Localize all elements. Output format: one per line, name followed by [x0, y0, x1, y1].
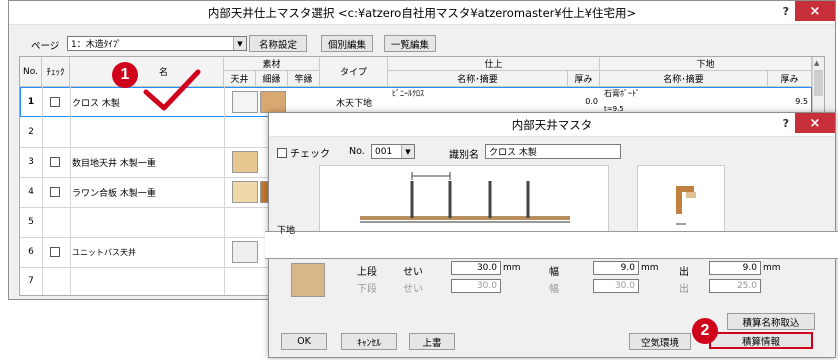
- col-ceiling: 天井: [224, 71, 256, 87]
- upper-width-field[interactable]: 9.0: [593, 261, 639, 275]
- step-badge-2: 2: [692, 318, 718, 344]
- checkmark-annotation-icon: [143, 69, 201, 111]
- upper-label: 上段: [357, 267, 377, 278]
- id-input[interactable]: クロス 木製: [485, 144, 621, 159]
- estimate-info-button[interactable]: 積算情報: [709, 332, 813, 349]
- ceiling-swatch: [232, 181, 258, 203]
- step-badge-1: 1: [112, 62, 138, 88]
- row-checkbox[interactable]: [50, 97, 60, 107]
- lower-width-field[interactable]: 30.0: [593, 279, 639, 293]
- torn-gap: [265, 231, 838, 259]
- col-saobuchi: 竿縁: [288, 71, 320, 87]
- row-name: クロス 木製: [72, 98, 120, 109]
- row-number: 1: [27, 97, 35, 107]
- sub-titlebar: 内部天井マスタ ? ×: [269, 113, 835, 137]
- ceiling-frame-diagram-icon: [360, 172, 570, 223]
- id-input-value: クロス 木製: [489, 148, 537, 158]
- lower-width-label: 幅: [549, 284, 559, 295]
- row-base-name: 石膏ﾎﾞｰﾄﾞ: [604, 89, 640, 98]
- main-titlebar: 内部天井仕上マスタ選択 <c:¥atzero自社用マスタ¥atzeromaste…: [9, 1, 835, 25]
- sub-window: 内部天井マスタ ? × チェック No. 001 ▼ 識別名 クロス 木製 下地…: [265, 112, 838, 358]
- ceiling-swatch: [232, 241, 258, 263]
- bulk-edit-button[interactable]: 一覧編集: [384, 35, 436, 52]
- overwrite-button[interactable]: 上書: [409, 333, 455, 350]
- row-number: 5: [28, 217, 34, 227]
- col-no: No.: [20, 57, 42, 87]
- estimate-name-import-button[interactable]: 積算名称取込: [727, 313, 815, 330]
- col-base-name: 名称･摘要: [600, 71, 768, 87]
- col-check: ﾁｪｯｸ: [42, 57, 70, 87]
- unit-label: mm: [763, 263, 781, 273]
- lower-out-field[interactable]: 25.0: [709, 279, 761, 293]
- fine-swatch: [260, 91, 286, 113]
- page-select-value: 1：木造ﾀｲﾌﾟ: [71, 40, 122, 50]
- row-name: ラワン合板 木製一重: [72, 188, 156, 199]
- row-finish-name: ﾋﾞﾆｰﾙｸﾛｽ: [392, 89, 424, 98]
- section-label: 下地: [277, 226, 296, 236]
- close-button[interactable]: ×: [795, 1, 835, 21]
- no-select[interactable]: 001 ▼: [371, 144, 415, 159]
- upper-out-field[interactable]: 9.0: [709, 261, 761, 275]
- ok-button[interactable]: OK: [281, 333, 327, 350]
- unit-label: mm: [641, 263, 659, 273]
- row-number: 3: [28, 157, 34, 167]
- no-label: No.: [349, 146, 365, 157]
- ceiling-swatch: [232, 91, 258, 113]
- row-base-thick: 9.5: [795, 97, 808, 106]
- col-finish-thick: 厚み: [568, 71, 600, 87]
- help-icon[interactable]: ?: [783, 5, 789, 18]
- lower-out-label: 出: [679, 284, 689, 295]
- edge-detail-icon: [676, 186, 696, 225]
- page-label: ページ: [31, 41, 60, 52]
- air-environment-button[interactable]: 空気環境: [629, 333, 691, 350]
- col-type: タイプ: [320, 57, 388, 87]
- col-finish-name: 名称･摘要: [388, 71, 568, 87]
- close-button[interactable]: ×: [795, 113, 835, 133]
- lower-height-field[interactable]: 30.0: [451, 279, 501, 293]
- col-fine: 細縁: [256, 71, 288, 87]
- chevron-down-icon[interactable]: ▼: [233, 37, 246, 50]
- col-finish: 仕上: [388, 57, 600, 71]
- lower-height-label: せい: [403, 284, 423, 295]
- col-material: 素材: [224, 57, 320, 71]
- section-diagram: [319, 165, 609, 235]
- row-number: 2: [28, 127, 34, 137]
- main-window-title: 内部天井仕上マスタ選択 <c:¥atzero自社用マスタ¥atzeromaste…: [207, 5, 637, 20]
- id-label: 識別名: [449, 150, 479, 161]
- row-number: 7: [28, 276, 34, 286]
- row-name: ユニットバス天井: [72, 247, 136, 257]
- ceiling-swatch: [232, 151, 258, 173]
- base-swatch: [291, 263, 325, 297]
- row-name: 数目地天井 木製一重: [72, 158, 156, 169]
- upper-out-label: 出: [679, 267, 689, 278]
- lower-label: 下段: [357, 284, 377, 295]
- row-checkbox[interactable]: [50, 187, 60, 197]
- help-icon[interactable]: ?: [783, 117, 789, 130]
- row-finish-thick: 0.0: [585, 97, 598, 106]
- row-number: 4: [28, 187, 34, 197]
- chevron-down-icon[interactable]: ▼: [401, 145, 414, 158]
- upper-width-label: 幅: [549, 267, 559, 278]
- individual-edit-button[interactable]: 個別編集: [321, 35, 373, 52]
- row-checkbox[interactable]: [50, 157, 60, 167]
- row-checkbox[interactable]: [50, 247, 60, 257]
- check-label: チェック: [290, 149, 330, 160]
- name-settings-button[interactable]: 名称設定: [249, 35, 307, 52]
- page-select[interactable]: 1：木造ﾀｲﾌﾟ ▼: [67, 36, 247, 51]
- upper-height-label: せい: [403, 267, 423, 278]
- cancel-button[interactable]: ｷｬﾝｾﾙ: [341, 333, 397, 350]
- unit-label: mm: [503, 263, 521, 273]
- col-base: 下地: [600, 57, 812, 71]
- sub-window-title: 内部天井マスタ: [511, 117, 593, 132]
- detail-diagram: [637, 165, 725, 235]
- upper-height-field[interactable]: 30.0: [451, 261, 501, 275]
- row-number: 6: [28, 247, 34, 257]
- check-toggle[interactable]: チェック: [277, 145, 330, 160]
- no-select-value: 001: [375, 146, 393, 157]
- col-base-thick: 厚み: [768, 71, 812, 87]
